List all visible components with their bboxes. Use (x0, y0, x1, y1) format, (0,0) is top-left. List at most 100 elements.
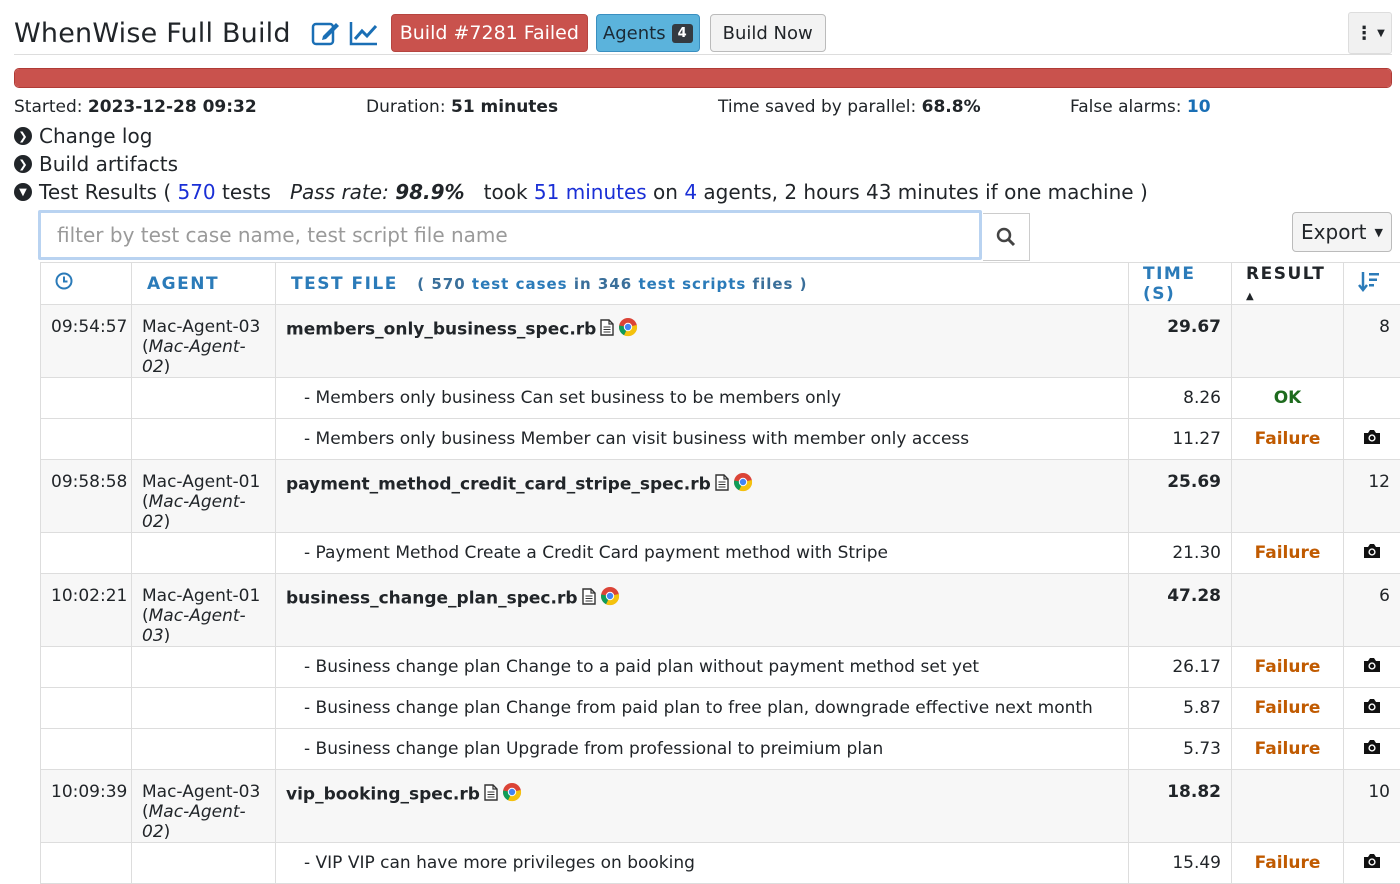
filter-input[interactable] (41, 213, 979, 257)
test-case-title: - Members only business Can set business… (276, 378, 1129, 419)
chevron-right-circle-icon: ❯ (14, 127, 32, 145)
test-file-name[interactable]: business_change_plan_spec.rb (286, 589, 578, 609)
camera-icon[interactable] (1362, 700, 1382, 720)
empty-cell (41, 419, 132, 460)
camera-icon[interactable] (1362, 855, 1382, 875)
filter-box (38, 210, 982, 260)
start-time-cell: 10:09:39 (41, 770, 132, 843)
empty-cell (41, 688, 132, 729)
search-icon (996, 227, 1016, 247)
screenshot-cell (1344, 378, 1400, 419)
test-file-cell: members_only_business_spec.rb (276, 305, 1129, 378)
duration-cell: 26.17 (1129, 647, 1232, 688)
edit-icon[interactable] (309, 16, 343, 50)
chevron-down-circle-icon: ▼ (14, 183, 32, 201)
count-cell: 12 (1344, 460, 1400, 533)
result-ok: OK (1232, 378, 1344, 419)
result-failure[interactable]: Failure (1232, 843, 1344, 884)
build-stats: Started: 2023-12-28 09:32 Duration: 51 m… (14, 97, 1392, 121)
build-artifacts-toggle[interactable]: ❯ Build artifacts (14, 152, 178, 176)
test-file-header[interactable]: TEST FILE ( 570 test cases in 346 test s… (276, 263, 1129, 305)
duration-cell: 11.27 (1129, 419, 1232, 460)
empty-cell (132, 647, 276, 688)
tests-word: tests (222, 180, 271, 204)
search-button[interactable] (983, 213, 1030, 261)
time-header[interactable]: TIME (S) (1129, 263, 1232, 305)
agents-label: Agents (603, 23, 666, 44)
test-case-row: - Business change plan Upgrade from prof… (41, 729, 1400, 770)
result-cell (1232, 305, 1344, 378)
agent-alt-name: Mac-Agent-02 (142, 337, 246, 377)
agent-header[interactable]: AGENT (132, 263, 276, 305)
kebab-menu-icon[interactable]: ⋮▼ (1348, 12, 1392, 54)
duration-cell: 5.73 (1129, 729, 1232, 770)
agent-alt-name: Mac-Agent-03 (142, 606, 246, 646)
duration-stat: Duration: 51 minutes (366, 97, 558, 117)
agent-alt-name: Mac-Agent-02 (142, 492, 246, 532)
test-case-title: - Payment Method Create a Credit Card pa… (276, 533, 1129, 574)
took-value[interactable]: 51 minutes (534, 180, 647, 204)
test-results-label: Test Results ( (39, 180, 171, 204)
empty-cell (132, 843, 276, 884)
test-file-name[interactable]: vip_booking_spec.rb (286, 785, 480, 805)
result-failure[interactable]: Failure (1232, 647, 1344, 688)
sort-asc-icon: ▲ (1246, 291, 1255, 302)
test-file-name[interactable]: members_only_business_spec.rb (286, 320, 596, 340)
test-results-toggle[interactable]: ▼ Test Results ( 570 tests Pass rate: 98… (14, 180, 1148, 204)
test-count[interactable]: 570 (177, 180, 215, 204)
page-title: WhenWise Full Build (14, 18, 291, 49)
duration-cell: 47.28 (1129, 574, 1232, 647)
took-word: took (484, 180, 528, 204)
trend-chart-icon[interactable] (347, 16, 381, 50)
clock-header[interactable] (41, 263, 132, 305)
test-file-name[interactable]: payment_method_credit_card_stripe_spec.r… (286, 475, 711, 495)
results-suffix: agents, 2 hours 43 minutes if one machin… (703, 180, 1147, 204)
test-summary: ( 570 test cases in 346 test scripts fil… (417, 275, 807, 293)
false-alarms-link[interactable]: 10 (1187, 97, 1211, 117)
agent-name: Mac-Agent-03 (142, 317, 260, 337)
document-icon[interactable] (600, 319, 614, 341)
test-case-title: - Business change plan Upgrade from prof… (276, 729, 1129, 770)
count-cell: 8 (1344, 305, 1400, 378)
camera-icon[interactable] (1362, 659, 1382, 679)
agent-name: Mac-Agent-01 (142, 586, 260, 606)
test-results-table: AGENT TEST FILE ( 570 test cases in 346 … (40, 262, 1400, 884)
test-file-row: 09:58:58Mac-Agent-01(Mac-Agent-02)paymen… (41, 460, 1400, 533)
count-cell: 10 (1344, 770, 1400, 843)
camera-icon[interactable] (1362, 545, 1382, 565)
build-now-button[interactable]: Build Now (710, 14, 826, 52)
build-progress-bar (14, 68, 1392, 88)
time-saved-stat: Time saved by parallel: 68.8% (718, 97, 981, 117)
document-icon[interactable] (582, 588, 596, 610)
document-icon[interactable] (715, 474, 729, 496)
build-progress-fill (15, 69, 1391, 87)
test-file-row: 10:02:21Mac-Agent-01(Mac-Agent-03)busine… (41, 574, 1400, 647)
start-time-cell: 09:54:57 (41, 305, 132, 378)
result-failure[interactable]: Failure (1232, 729, 1344, 770)
agent-cell: Mac-Agent-03(Mac-Agent-02) (132, 305, 276, 378)
result-failure[interactable]: Failure (1232, 533, 1344, 574)
clock-icon (55, 272, 73, 290)
agents-button[interactable]: Agents 4 (596, 14, 700, 52)
camera-icon[interactable] (1362, 431, 1382, 451)
document-icon[interactable] (484, 784, 498, 806)
build-artifacts-label: Build artifacts (39, 152, 178, 176)
duration-cell: 5.87 (1129, 688, 1232, 729)
export-dropdown[interactable]: Export▼ (1292, 212, 1392, 252)
result-header[interactable]: RESULT ▲ (1232, 263, 1344, 305)
test-case-title: - VIP VIP can have more privileges on bo… (276, 843, 1129, 884)
duration-cell: 21.30 (1129, 533, 1232, 574)
false-alarms-stat: False alarms: 10 (1070, 97, 1211, 117)
chrome-icon (733, 472, 753, 497)
result-failure[interactable]: Failure (1232, 419, 1344, 460)
camera-icon[interactable] (1362, 741, 1382, 761)
change-log-toggle[interactable]: ❯ Change log (14, 124, 152, 148)
result-failure[interactable]: Failure (1232, 688, 1344, 729)
table-header-row: AGENT TEST FILE ( 570 test cases in 346 … (41, 263, 1400, 305)
agents-value[interactable]: 4 (684, 180, 697, 204)
test-case-row: - Business change plan Change from paid … (41, 688, 1400, 729)
empty-cell (41, 729, 132, 770)
test-case-title: - Business change plan Change from paid … (276, 688, 1129, 729)
empty-cell (132, 688, 276, 729)
sort-column-header[interactable] (1344, 263, 1400, 305)
